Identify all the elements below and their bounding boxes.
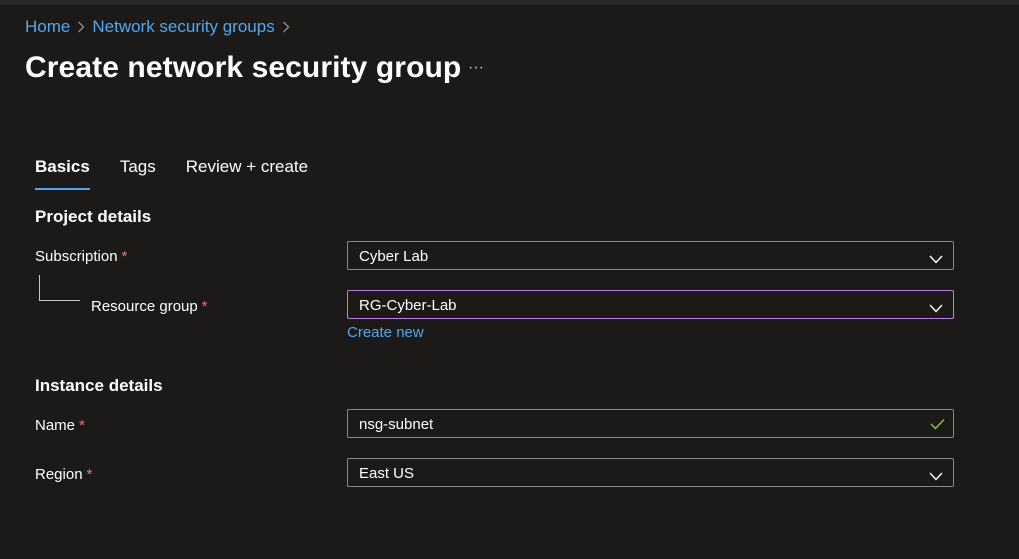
resource-group-label-text: Resource group (91, 298, 198, 315)
required-marker: * (201, 298, 208, 315)
resource-group-dropdown[interactable]: RG-Cyber-Lab (347, 290, 954, 319)
name-label-text: Name (35, 417, 76, 434)
name-value: nsg-subnet (359, 416, 434, 433)
page-title: Create network security group (25, 51, 462, 84)
instance-details-heading: Instance details (35, 376, 163, 395)
region-value: East US (359, 465, 415, 482)
tree-connector (39, 275, 80, 301)
region-dropdown[interactable]: East US (347, 458, 954, 487)
checkmark-icon (930, 417, 945, 435)
subscription-value: Cyber Lab (359, 248, 429, 265)
chevron-down-icon (929, 300, 943, 318)
subscription-label-text: Subscription (35, 248, 118, 265)
subscription-label: Subscription * (35, 248, 127, 265)
name-label: Name * (35, 417, 85, 434)
required-marker: * (121, 248, 128, 265)
chevron-right-icon (275, 17, 297, 37)
breadcrumb-home-link[interactable]: Home (25, 17, 70, 37)
region-label-text: Region (35, 466, 83, 483)
tab-basics[interactable]: Basics (35, 157, 90, 190)
subscription-dropdown[interactable]: Cyber Lab (347, 241, 954, 270)
required-marker: * (79, 417, 85, 434)
resource-group-value: RG-Cyber-Lab (359, 297, 457, 314)
create-new-resource-group-link[interactable]: Create new (347, 324, 424, 341)
breadcrumb-nsg-link[interactable]: Network security groups (92, 17, 274, 37)
breadcrumb: Home Network security groups (25, 17, 297, 37)
resource-group-label: Resource group * (91, 298, 208, 315)
tab-bar: Basics Tags Review + create (35, 157, 338, 190)
chevron-down-icon (929, 251, 943, 269)
chevron-down-icon (929, 468, 943, 486)
name-input[interactable]: nsg-subnet (347, 409, 954, 438)
tab-review-create[interactable]: Review + create (186, 157, 308, 186)
top-bar (0, 0, 1019, 5)
region-label: Region * (35, 466, 92, 483)
required-marker: * (86, 466, 93, 483)
chevron-right-icon (70, 17, 92, 37)
more-options-button[interactable]: ··· (466, 58, 486, 78)
tab-tags[interactable]: Tags (120, 157, 156, 186)
project-details-heading: Project details (35, 207, 152, 226)
